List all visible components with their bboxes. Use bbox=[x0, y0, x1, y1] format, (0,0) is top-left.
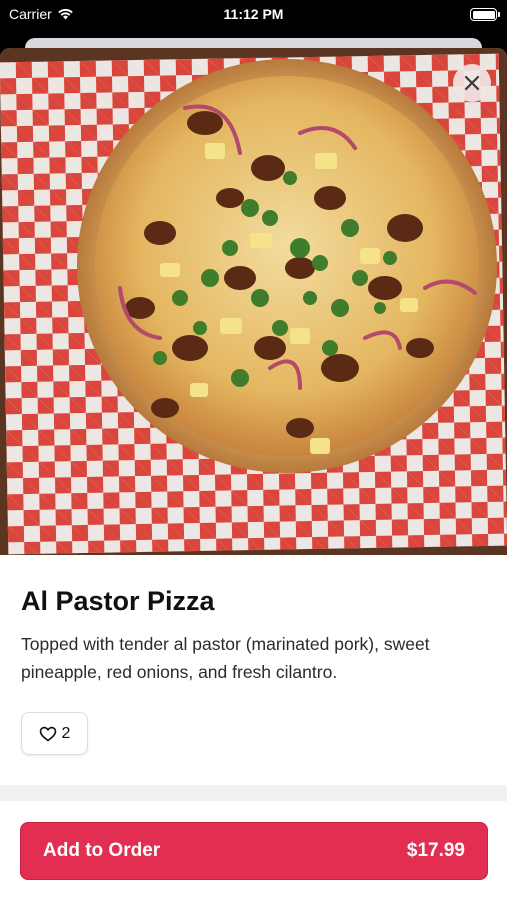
like-button[interactable]: 2 bbox=[21, 712, 88, 755]
battery-icon bbox=[470, 8, 500, 21]
add-to-order-label: Add to Order bbox=[43, 840, 161, 861]
item-title: Al Pastor Pizza bbox=[21, 586, 215, 616]
close-button[interactable] bbox=[453, 64, 491, 102]
heart-icon bbox=[39, 726, 56, 741]
item-description: Topped with tender al pastor (marinated … bbox=[21, 634, 430, 682]
like-count: 2 bbox=[61, 724, 71, 742]
add-to-order-button[interactable]: Add to Order $17.99 bbox=[20, 822, 488, 880]
pizza-illustration bbox=[77, 59, 497, 473]
close-icon bbox=[464, 75, 480, 91]
status-time: 11:12 PM bbox=[223, 6, 284, 22]
item-detail-sheet: Al Pastor Pizza Topped with tender al pa… bbox=[0, 48, 507, 900]
order-price: $17.99 bbox=[406, 840, 465, 861]
item-image bbox=[0, 48, 507, 555]
status-bar: Carrier 11:12 PM bbox=[0, 0, 507, 30]
footer-divider bbox=[0, 785, 507, 801]
